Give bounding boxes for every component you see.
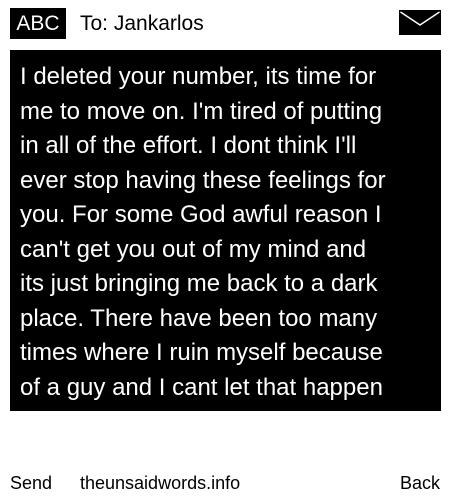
back-button[interactable]: Back [400,472,440,494]
message-line: of a guy and I cant let that happen [20,373,383,401]
message-line: times where I ruin myself because [20,339,383,366]
message-line: its just bringing me back to a dark [20,270,378,297]
abc-badge: ABC [10,8,66,39]
message-line: I deleted your number, its time for [20,63,377,90]
message-line: me to move on. I'm tired of putting [20,97,383,125]
message-line: in all of the effort. I dont think I'll [20,132,357,159]
site-link[interactable]: theunsaidwords.info [80,472,240,494]
message-line: you. For some God awful reason I [20,201,382,228]
send-button[interactable]: Send [10,472,52,494]
envelope-icon[interactable] [399,10,441,35]
message-line: can't get you out of my mind and [20,235,367,263]
message-line: place. There have been too many [20,304,378,332]
message-body: I deleted your number, its time for me t… [10,50,441,411]
message-line: ever stop having these feelings for [20,166,386,194]
recipient-label: To: Jankarlos [80,12,204,35]
